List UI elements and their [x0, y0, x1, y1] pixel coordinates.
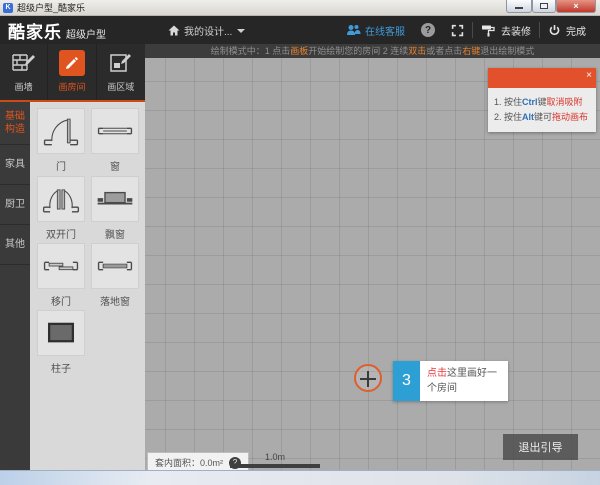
exit-guide-button[interactable]: 退出引导 — [503, 434, 578, 460]
category-tabstrip: 基础构造 家具 厨卫 其他 — [0, 102, 30, 470]
window-icon — [93, 110, 137, 152]
crosshair-vertical — [367, 371, 369, 387]
area-label: 套内面积： — [155, 456, 200, 469]
scale-label: 1.0m — [230, 452, 320, 462]
crosshair-cursor[interactable] — [354, 364, 382, 392]
tool-draw-room-label: 画房间 — [58, 80, 85, 93]
maximize-button[interactable] — [532, 0, 556, 13]
drawing-canvas[interactable]: × 1. 按住Ctrl键取消吸附 2. 按住Alt键可拖动画布 3 点击这里画好… — [145, 58, 600, 470]
close-icon: × — [573, 1, 578, 12]
decorate-button[interactable]: 去装修 — [473, 16, 539, 44]
guide-tip-text: 点击这里画好一个房间 — [420, 361, 508, 401]
bay-window-icon — [93, 178, 137, 220]
palette-item-pillar[interactable] — [37, 310, 85, 356]
category-tab-kitchen-bath[interactable]: 厨卫 — [0, 185, 30, 225]
notification-line-1: 1. 按住Ctrl键取消吸附 — [494, 95, 590, 110]
notification-header: × — [488, 68, 596, 88]
category-tab-basic[interactable]: 基础构造 — [0, 102, 30, 145]
palette-label-door: 门 — [37, 158, 85, 173]
scale-indicator: 1.0m — [230, 452, 320, 468]
help-icon: ? — [421, 23, 435, 37]
tool-draw-wall[interactable]: 画墙 — [0, 44, 48, 100]
tool-draw-area-label: 画区域 — [107, 80, 134, 93]
maximize-icon — [540, 3, 548, 9]
paint-roller-icon — [481, 24, 496, 37]
fullscreen-icon — [451, 24, 464, 37]
my-design-label: 我的设计... — [184, 23, 232, 38]
palette-label-window: 窗 — [91, 158, 139, 173]
minimize-button[interactable] — [506, 0, 532, 13]
room-tool-icon — [64, 55, 80, 71]
power-icon — [548, 24, 561, 37]
palette-label-double-door: 双开门 — [37, 226, 85, 241]
palette-item-french-window[interactable] — [91, 243, 139, 289]
tool-draw-wall-label: 画墙 — [15, 80, 33, 93]
notification-body: 1. 按住Ctrl键取消吸附 2. 按住Alt键可拖动画布 — [488, 88, 596, 132]
window-bottom-frame — [0, 470, 600, 485]
area-value: 0.0m² — [200, 458, 223, 468]
component-palette: 门 窗 双开门 飘窗 — [30, 102, 145, 470]
tool-draw-area[interactable]: 画区域 — [97, 44, 145, 100]
decorate-label: 去装修 — [501, 23, 531, 38]
close-button[interactable]: × — [556, 0, 596, 13]
finish-label: 完成 — [566, 23, 586, 38]
door-icon — [39, 110, 83, 152]
scale-bar — [230, 464, 320, 468]
french-window-icon — [93, 245, 137, 287]
window-title: 超级户型_酷家乐 — [17, 1, 85, 14]
wall-tool-icon — [12, 52, 36, 74]
palette-item-door[interactable] — [37, 108, 85, 154]
finish-button[interactable]: 完成 — [540, 16, 594, 44]
notification-line-2: 2. 按住Alt键可拖动画布 — [494, 110, 590, 125]
double-door-icon — [39, 178, 83, 220]
shortcut-notification: × 1. 按住Ctrl键取消吸附 2. 按住Alt键可拖动画布 — [488, 68, 596, 132]
home-icon — [168, 25, 180, 36]
help-button[interactable]: ? — [413, 16, 443, 44]
palette-label-pillar: 柱子 — [37, 360, 85, 375]
minimize-icon — [515, 7, 523, 9]
category-tab-furniture[interactable]: 家具 — [0, 145, 30, 185]
os-titlebar: K 超级户型_酷家乐 × — [0, 0, 600, 16]
online-service-button[interactable]: 在线客服 — [338, 16, 413, 44]
palette-item-double-door[interactable] — [37, 176, 85, 222]
draw-tool-panel: 画墙 画房间 画区域 — [0, 44, 145, 100]
online-service-icon — [346, 24, 361, 36]
my-design-menu[interactable]: 我的设计... — [168, 23, 245, 38]
guide-tooltip: 3 点击这里画好一个房间 — [393, 361, 508, 401]
area-tool-icon — [109, 52, 133, 74]
app-logo: 酷家乐 — [8, 18, 62, 43]
fullscreen-button[interactable] — [443, 16, 472, 44]
online-service-label: 在线客服 — [365, 23, 405, 38]
app-icon: K — [3, 3, 13, 13]
sliding-door-icon — [39, 245, 83, 287]
palette-label-bay-window: 飘窗 — [91, 226, 139, 241]
notification-close-icon[interactable]: × — [586, 70, 592, 81]
app-logo-sub: 超级户型 — [66, 26, 106, 41]
tool-draw-room[interactable]: 画房间 — [48, 44, 96, 100]
pillar-icon — [39, 312, 83, 354]
guide-step-badge: 3 — [393, 361, 420, 401]
chevron-down-icon — [237, 29, 245, 33]
draw-mode-hint: 绘制模式中：1 点击画板开始绘制您的房间 2 连续双击或者点击右键退出绘制模式 — [145, 44, 600, 58]
palette-item-window[interactable] — [91, 108, 139, 154]
app-header: 酷家乐 超级户型 我的设计... 在线客服 ? — [0, 16, 600, 44]
palette-label-sliding-door: 移门 — [37, 293, 85, 308]
palette-item-sliding-door[interactable] — [37, 243, 85, 289]
palette-item-bay-window[interactable] — [91, 176, 139, 222]
palette-label-french-window: 落地窗 — [91, 293, 139, 308]
app-window: K 超级户型_酷家乐 × 酷家乐 超级户型 我的设计... 在线客服 ? — [0, 0, 600, 485]
category-tab-other[interactable]: 其他 — [0, 225, 30, 265]
